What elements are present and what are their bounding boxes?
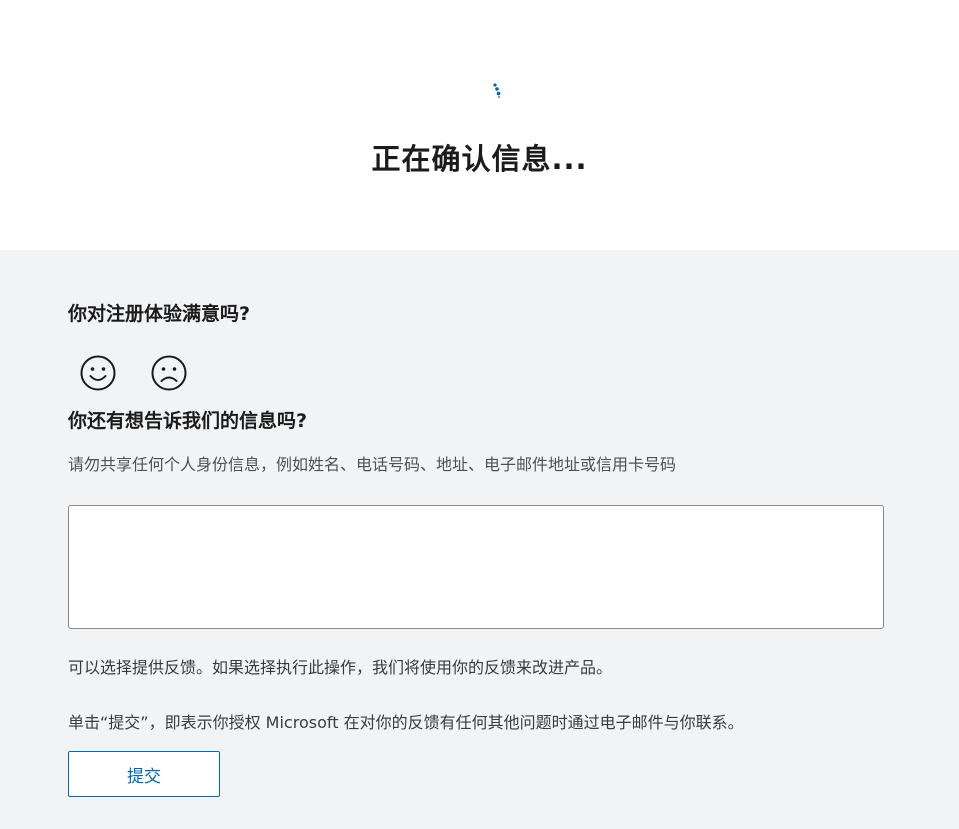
optional-feedback-note: 可以选择提供反馈。如果选择执行此操作，我们将使用你的反馈来改进产品。 xyxy=(68,658,613,677)
feedback-textarea[interactable] xyxy=(68,505,884,629)
satisfaction-question: 你对注册体验满意吗? xyxy=(68,303,251,325)
loading-spinner-icon xyxy=(493,83,501,99)
consent-note: 单击“提交”，即表示你授权 Microsoft 在对你的反馈有任何其他问题时通过… xyxy=(68,713,744,732)
more-info-question: 你还有想告诉我们的信息吗? xyxy=(68,410,308,432)
smiley-face-icon[interactable] xyxy=(79,354,117,392)
frowning-face-icon[interactable] xyxy=(150,354,188,392)
status-section: 正在确认信息... xyxy=(0,0,959,250)
privacy-hint: 请勿共享任何个人身份信息，例如姓名、电话号码、地址、电子邮件地址或信用卡号码 xyxy=(68,455,677,474)
submit-button[interactable]: 提交 xyxy=(68,751,220,797)
status-title: 正在确认信息... xyxy=(371,142,588,176)
